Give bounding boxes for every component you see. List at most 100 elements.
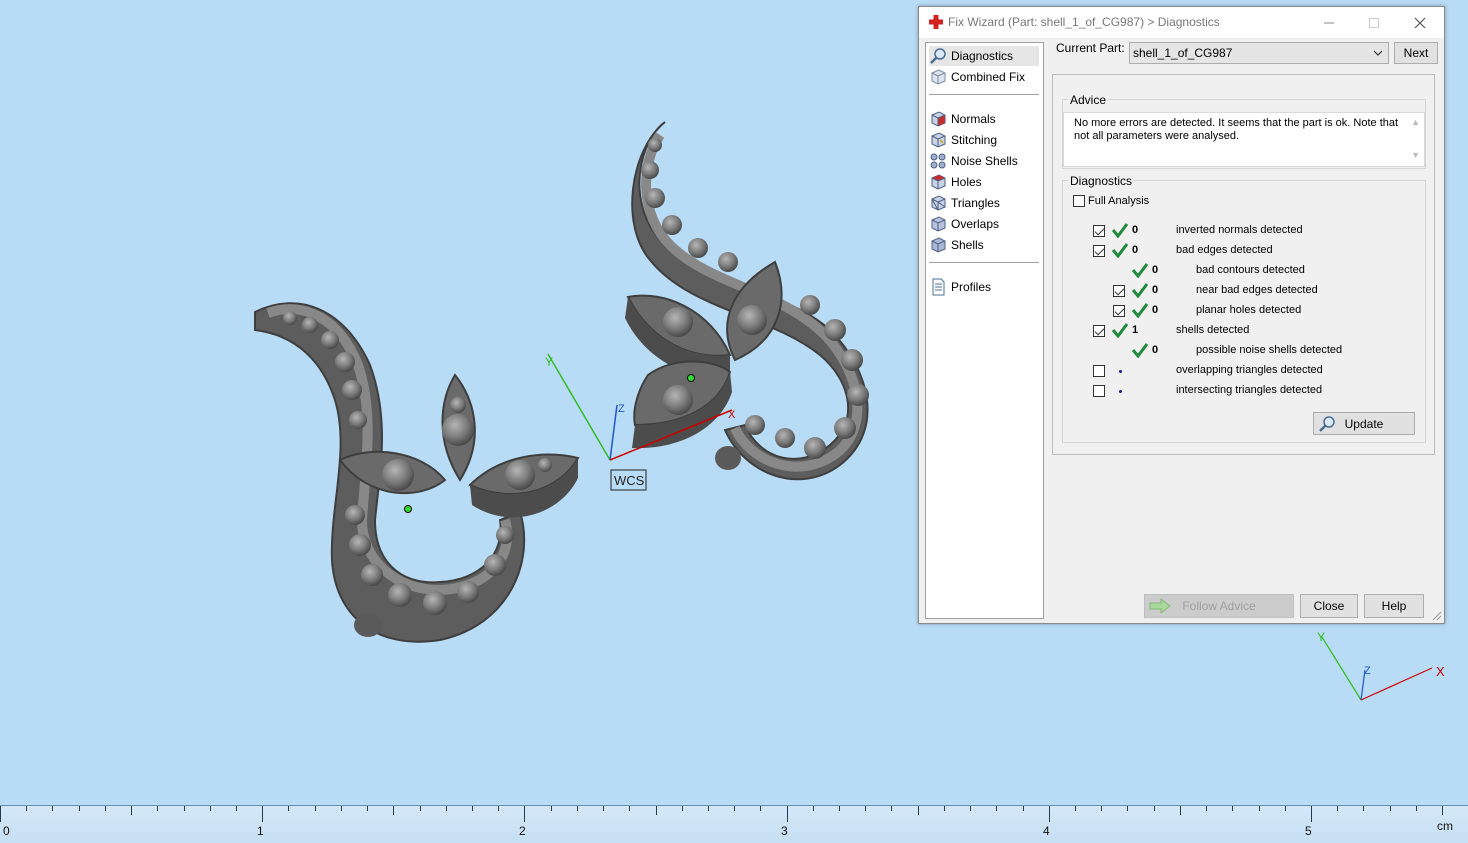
earring-part-left[interactable]	[254, 302, 580, 643]
ruler-tick	[498, 806, 499, 811]
ruler-tick	[551, 806, 552, 811]
ok-check-icon	[1112, 223, 1128, 238]
ruler-tick	[603, 806, 604, 811]
diag-text: bad contours detected	[1196, 264, 1305, 276]
diag-count: 0	[1132, 244, 1139, 256]
diag-row-checkbox-bad-edges[interactable]	[1093, 245, 1105, 257]
resize-grip-icon[interactable]	[1432, 611, 1442, 621]
ruler-tick	[0, 806, 1, 822]
maximize-button[interactable]	[1351, 7, 1396, 38]
diag-row-checkbox-overlapping-triangles[interactable]	[1093, 365, 1105, 377]
ruler-tick	[629, 806, 630, 811]
scroll-down-icon[interactable]: ▼	[1411, 149, 1420, 162]
advice-text: No more errors are detected. It seems th…	[1074, 117, 1399, 142]
diag-count: 0	[1132, 224, 1139, 236]
ruler-tick	[210, 806, 211, 811]
close-button[interactable]: Close	[1300, 594, 1358, 618]
diag-text: inverted normals detected	[1176, 224, 1303, 236]
ruler-label-3: 3	[781, 824, 788, 838]
wcs-axis-x-label: X	[728, 409, 736, 421]
nav-item-label: Holes	[951, 175, 982, 189]
ruler-tick	[315, 806, 316, 811]
arrow-right-icon	[1149, 598, 1171, 614]
ok-check-icon	[1112, 243, 1128, 258]
ruler-tick	[996, 806, 997, 811]
wcs-label: WCS	[614, 473, 645, 488]
nav-item-combined-fix[interactable]: Combined Fix	[929, 67, 1039, 87]
cube-icon	[931, 69, 946, 85]
ruler-tick	[1049, 806, 1050, 822]
ruler-tick	[813, 806, 814, 811]
minimize-icon	[1323, 22, 1334, 23]
nav-item-stitching[interactable]: Stitching	[929, 130, 1039, 150]
triad-axis-z-label: Z	[1364, 665, 1371, 677]
ruler-tick	[1285, 806, 1286, 811]
dialog-titlebar[interactable]: Fix Wizard (Part: shell_1_of_CG987) > Di…	[919, 7, 1444, 38]
wcs-axis-y-label: Y	[545, 355, 553, 369]
full-analysis-checkbox[interactable]	[1073, 195, 1085, 207]
current-part-select[interactable]: shell_1_of_CG987	[1129, 42, 1389, 64]
ruler-tick	[918, 806, 919, 815]
ruler-tick	[760, 806, 761, 811]
ruler-tick	[1127, 806, 1128, 811]
nav-item-normals[interactable]: Normals	[929, 109, 1039, 129]
nav-item-triangles[interactable]: Triangles	[929, 193, 1039, 213]
close-icon	[1414, 17, 1425, 28]
holes-cube-icon	[931, 174, 946, 190]
nav-item-holes[interactable]: Holes	[929, 172, 1039, 192]
diag-text: bad edges detected	[1176, 244, 1273, 256]
noise-shells-icon	[930, 153, 946, 169]
magnifier-icon	[930, 48, 946, 64]
nav-item-label: Diagnostics	[951, 49, 1014, 63]
ruler-tick	[79, 806, 80, 811]
ruler-tick	[1442, 806, 1443, 815]
nav-item-overlaps[interactable]: Overlaps	[929, 214, 1039, 234]
scroll-up-icon[interactable]: ▲	[1411, 116, 1420, 129]
diag-row-checkbox-inverted-normals[interactable]	[1093, 225, 1105, 237]
ruler-tick	[1206, 806, 1207, 811]
nav-item-diagnostics[interactable]: Diagnostics	[929, 46, 1039, 66]
ruler-tick	[708, 806, 709, 811]
chevron-down-icon	[1373, 50, 1383, 56]
dialog-title: Fix Wizard (Part: shell_1_of_CG987) > Di…	[948, 15, 1220, 29]
nav-separator	[929, 262, 1039, 263]
nav-item-noise-shells[interactable]: Noise Shells	[929, 151, 1039, 171]
help-button[interactable]: Help	[1364, 594, 1424, 618]
ruler-tick	[944, 806, 945, 811]
ruler-tick	[1023, 806, 1024, 811]
red-cross-icon	[929, 15, 943, 29]
diag-row-checkbox-intersecting-triangles[interactable]	[1093, 385, 1105, 397]
fix-wizard-nav: Diagnostics Combined Fix Normals Stitchi…	[925, 42, 1044, 619]
ok-check-icon	[1132, 263, 1148, 278]
ruler-tick	[1180, 806, 1181, 815]
advice-text-box[interactable]: No more errors are detected. It seems th…	[1063, 112, 1425, 167]
ruler-tick	[420, 806, 421, 811]
diag-row-checkbox-near-bad-edges[interactable]	[1113, 285, 1125, 297]
nav-item-label: Stitching	[951, 133, 998, 147]
next-button[interactable]: Next	[1394, 42, 1438, 64]
nav-item-profiles[interactable]: Profiles	[929, 277, 1039, 297]
ruler-tick	[1337, 806, 1338, 811]
ruler-tick	[1154, 806, 1155, 811]
full-analysis-label: Full Analysis	[1088, 195, 1150, 207]
diag-row-checkbox-shells[interactable]	[1093, 325, 1105, 337]
diag-row-checkbox-planar-holes[interactable]	[1113, 305, 1125, 317]
ruler-tick	[472, 806, 473, 811]
ruler-label-2: 2	[519, 824, 526, 838]
diagnostics-group-label: Diagnostics	[1068, 174, 1135, 188]
nav-item-shells[interactable]: Shells	[929, 235, 1039, 255]
follow-advice-button[interactable]: Follow Advice	[1144, 594, 1294, 618]
wcs-axis-z-label: Z	[618, 403, 625, 415]
ruler-tick	[865, 806, 866, 811]
ruler-tick	[105, 806, 106, 811]
ruler-label-0: 0	[3, 824, 10, 838]
normals-cube-icon	[931, 111, 946, 127]
ruler-tick	[891, 806, 892, 811]
ruler-tick	[1101, 806, 1102, 811]
close-window-button[interactable]	[1397, 7, 1442, 38]
ok-check-icon	[1132, 343, 1148, 358]
diag-text: possible noise shells detected	[1196, 344, 1343, 356]
earring-part-right[interactable]	[625, 121, 869, 481]
update-button[interactable]: Update	[1313, 412, 1415, 435]
minimize-button[interactable]	[1306, 7, 1351, 38]
